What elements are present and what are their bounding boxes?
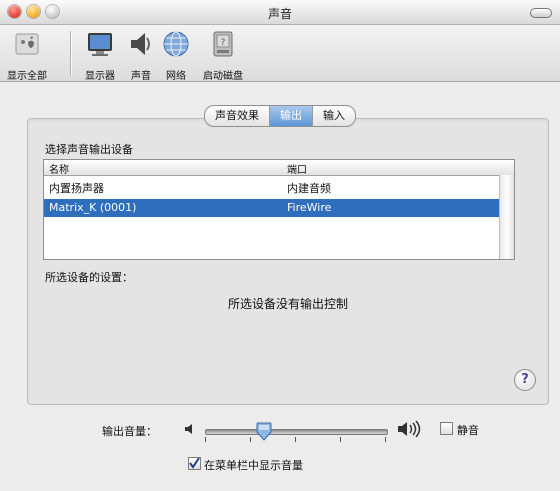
table-header: 名称 端口 — [44, 160, 514, 176]
table-scrollbar[interactable] — [499, 175, 514, 259]
help-button[interactable]: ? — [514, 369, 536, 391]
slider-tick — [250, 437, 251, 442]
toolbar-label: 启动磁盘 — [203, 71, 243, 82]
selected-device-settings-label: 所选设备的设置： — [45, 271, 133, 284]
output-volume-label: 输出音量： — [102, 425, 157, 438]
network-icon — [163, 31, 189, 57]
sound-icon — [131, 33, 150, 55]
mute-checkbox[interactable] — [440, 422, 453, 435]
toolbar-startup-disk[interactable]: ? 启动磁盘 — [197, 29, 249, 82]
display-icon — [88, 33, 112, 56]
content-area: 声音效果 输出 输入 选择声音输出设备 名称 端口 内置扬声器 内建音频 Mat… — [0, 82, 560, 491]
slider-tick — [340, 437, 341, 442]
device-name: Matrix_K (0001) — [49, 201, 137, 214]
show-all-icon — [15, 33, 39, 55]
volume-slider-track[interactable] — [205, 429, 388, 435]
output-panel: 选择声音输出设备 名称 端口 内置扬声器 内建音频 Matrix_K (0001… — [27, 118, 549, 405]
help-icon: ? — [521, 372, 529, 387]
toolbar-show-all[interactable]: 显示全部 — [2, 29, 52, 82]
slider-tick — [205, 437, 206, 442]
device-name: 内置扬声器 — [49, 182, 104, 195]
svg-text:?: ? — [221, 38, 226, 48]
no-output-controls-text: 所选设备没有输出控制 — [227, 297, 348, 311]
title-bar: 声音 — [0, 0, 560, 25]
sound-preferences-window: 声音 显示全部 显示器 声音 网络 ? 启动磁盘 声音效果 输出 输入 选择声音… — [0, 0, 560, 491]
toolbar-toggle-button[interactable] — [530, 8, 552, 18]
column-header-name[interactable]: 名称 — [49, 161, 69, 176]
toolbar-display[interactable]: 显示器 — [80, 29, 120, 82]
column-header-port[interactable]: 端口 — [287, 161, 307, 176]
toolbar-label: 显示器 — [85, 71, 115, 82]
volume-slider-ticks — [205, 437, 386, 443]
choose-device-label: 选择声音输出设备 — [45, 143, 133, 156]
toolbar-label: 网络 — [166, 71, 186, 82]
device-port: 内建音频 — [287, 182, 331, 195]
slider-tick — [295, 437, 296, 442]
tab-sound-effects[interactable]: 声音效果 — [205, 106, 270, 126]
window-title: 声音 — [267, 7, 292, 21]
checkmark-icon — [189, 457, 200, 469]
volume-slider-thumb[interactable] — [256, 422, 272, 442]
output-device-table: 名称 端口 内置扬声器 内建音频 Matrix_K (0001) FireWir… — [43, 159, 515, 260]
toolbar-network[interactable]: 网络 — [161, 29, 191, 82]
mute-label: 静音 — [457, 424, 479, 437]
table-row[interactable]: 内置扬声器 内建音频 — [44, 180, 500, 198]
device-port: FireWire — [287, 201, 332, 214]
show-volume-in-menu-bar-checkbox[interactable] — [188, 457, 201, 470]
tab-bar: 声音效果 输出 输入 — [204, 105, 356, 127]
speaker-low-icon — [185, 424, 192, 434]
toolbar-sound[interactable]: 声音 — [126, 29, 156, 82]
table-row[interactable]: Matrix_K (0001) FireWire — [44, 199, 500, 217]
show-volume-in-menu-bar-label: 在菜单栏中显示音量 — [204, 459, 303, 472]
toolbar: 显示全部 显示器 声音 网络 ? 启动磁盘 — [0, 25, 560, 82]
startup-disk-icon: ? — [213, 31, 233, 57]
slider-tick — [385, 437, 386, 442]
tab-input[interactable]: 输入 — [313, 106, 355, 126]
tab-output[interactable]: 输出 — [270, 106, 313, 126]
toolbar-separator — [70, 31, 72, 75]
toolbar-label: 显示全部 — [7, 71, 47, 82]
speaker-high-icon — [398, 420, 421, 438]
toolbar-label: 声音 — [131, 71, 151, 82]
